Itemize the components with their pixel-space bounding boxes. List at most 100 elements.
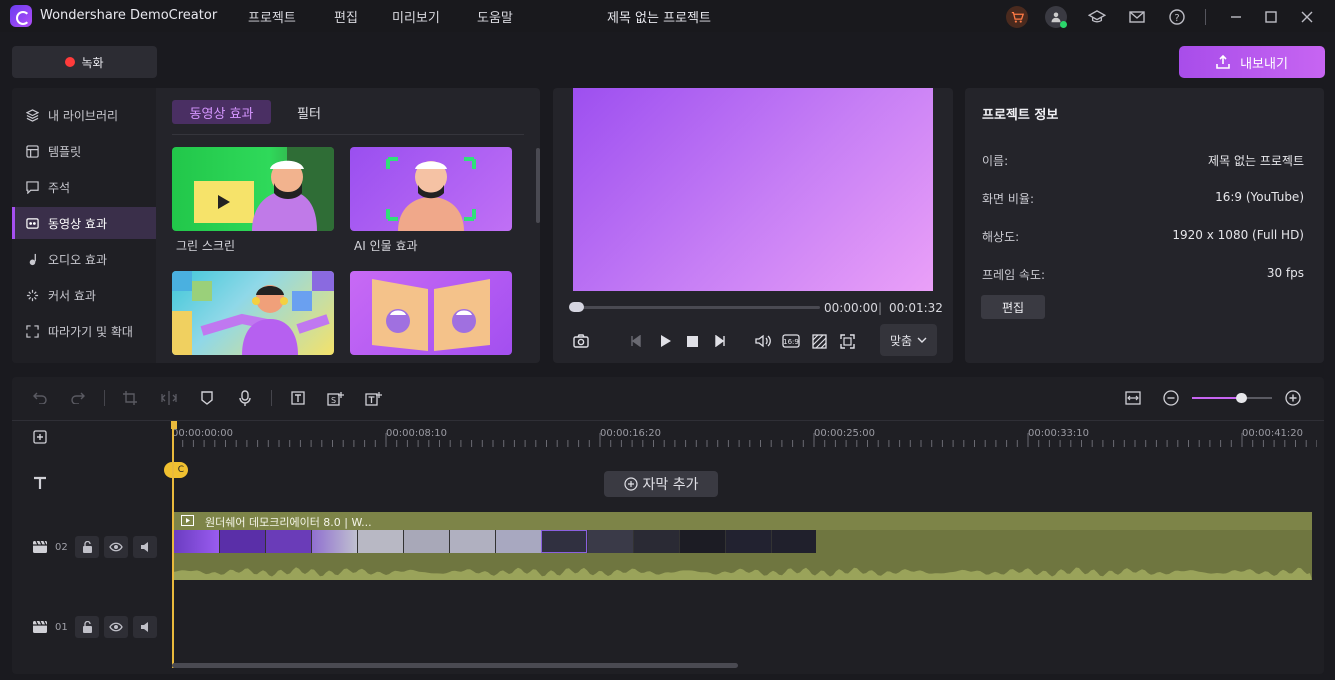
text-icon[interactable]: [289, 389, 307, 407]
add-track-icon[interactable]: [31, 428, 49, 446]
split-icon[interactable]: [160, 389, 178, 407]
undo-icon[interactable]: [31, 389, 49, 407]
clip-title: 원더쉐어 데모크리에이터 8.0 | W...: [205, 516, 372, 529]
clip-frame: [265, 530, 311, 553]
project-info-panel: [965, 88, 1324, 363]
sidebar-item-audio-effects[interactable]: 오디오 효과: [12, 243, 156, 275]
layers-icon: [25, 108, 39, 122]
lock-track-button[interactable]: [75, 536, 99, 558]
title-bar: Wondershare DemoCreator 프로젝트 편집 미리보기 도움말…: [0, 0, 1335, 32]
time-divider: |: [878, 301, 883, 315]
sidebar-item-my-library[interactable]: 내 라이브러리: [12, 99, 156, 131]
visibility-track-button[interactable]: [104, 616, 128, 638]
graduation-cap-icon[interactable]: [1086, 6, 1108, 28]
mosaic-illustration: [172, 271, 334, 355]
mirror-illustration: [372, 279, 490, 351]
playhead[interactable]: [171, 421, 177, 668]
menu-help[interactable]: 도움말: [477, 7, 513, 26]
project-info-title: 프로젝트 정보: [982, 108, 1059, 123]
library-scrollbar[interactable]: [536, 148, 540, 223]
fit-dropdown[interactable]: 맞춤: [880, 324, 937, 356]
seek-handle[interactable]: [569, 302, 584, 312]
export-label: 내보내기: [1240, 56, 1288, 72]
minimize-icon[interactable]: [1225, 6, 1247, 28]
effect-thumb-mosaic[interactable]: [172, 271, 334, 355]
redo-icon[interactable]: [69, 389, 87, 407]
effect-thumb-ai-portrait[interactable]: [350, 147, 512, 231]
music-note-icon: [25, 252, 39, 266]
previous-frame-icon[interactable]: [627, 332, 645, 350]
snapshot-icon[interactable]: [572, 332, 590, 350]
ruler-label: 00:00:41:20: [1242, 428, 1304, 439]
sidebar-item-templates[interactable]: 템플릿: [12, 135, 156, 167]
clip-frame: [495, 530, 541, 553]
caption-chip[interactable]: C: [164, 462, 188, 478]
ruler-label: 00:00:16:20: [600, 428, 662, 439]
aspect-ratio-icon[interactable]: 16:9: [782, 332, 800, 350]
maximize-icon[interactable]: [1260, 6, 1282, 28]
record-button[interactable]: 녹화: [12, 46, 157, 78]
sidebar: 내 라이브러리 템플릿 주석 동영상 효과 오디오 효과 커서 효과 따라가기 …: [12, 88, 156, 363]
sidebar-item-label: 따라가기 및 확대: [48, 324, 133, 339]
seek-bar[interactable]: [570, 306, 820, 309]
sidebar-item-cursor-effects[interactable]: 커서 효과: [12, 279, 156, 311]
timeline-scrollbar[interactable]: [172, 663, 738, 668]
stop-icon[interactable]: [683, 332, 701, 350]
cart-icon[interactable]: [1006, 6, 1028, 28]
text-add-icon[interactable]: [365, 389, 383, 407]
transparency-icon[interactable]: [810, 332, 828, 350]
add-subtitle-label: 자막 추가: [642, 477, 699, 493]
clip-frame: [771, 530, 816, 553]
clip-video-icon: [181, 515, 194, 526]
ruler-label: 00:00:00:00: [172, 428, 234, 439]
user-avatar-icon[interactable]: [1045, 6, 1067, 28]
info-label: 프레임 속도:: [982, 268, 1046, 282]
annotation-icon: [25, 180, 39, 194]
marker-icon[interactable]: [198, 389, 216, 407]
edit-project-button[interactable]: 편집: [981, 295, 1045, 319]
menu-edit[interactable]: 편집: [334, 7, 358, 26]
clip-frame: [679, 530, 725, 553]
eye-icon: [109, 622, 123, 632]
next-frame-icon[interactable]: [711, 332, 729, 350]
microphone-icon[interactable]: [236, 389, 254, 407]
mute-track-button[interactable]: [133, 616, 157, 638]
info-row-resolution: 해상도: 1920 x 1080 (Full HD): [982, 228, 1304, 245]
clip-frame: [633, 530, 679, 553]
fit-label: 맞춤: [889, 333, 913, 348]
play-icon[interactable]: [657, 332, 675, 350]
timeline-ruler[interactable]: [172, 421, 1317, 447]
clip-frame: [449, 530, 495, 553]
sidebar-item-zoom-follow[interactable]: 따라가기 및 확대: [12, 315, 156, 347]
crop-icon[interactable]: [121, 389, 139, 407]
close-icon[interactable]: [1296, 6, 1318, 28]
unlock-icon: [82, 541, 92, 553]
zoom-in-icon[interactable]: [1284, 389, 1302, 407]
tab-filter[interactable]: 필터: [284, 100, 334, 124]
app-name: Wondershare DemoCreator: [40, 8, 218, 23]
fullscreen-icon[interactable]: [838, 332, 856, 350]
sidebar-item-annotations[interactable]: 주석: [12, 171, 156, 203]
help-icon[interactable]: ?: [1166, 6, 1188, 28]
export-button[interactable]: 내보내기: [1179, 46, 1325, 78]
effect-thumb-mirror[interactable]: [350, 271, 512, 355]
tab-video-effects[interactable]: 동영상 효과: [172, 100, 271, 124]
zoom-slider-handle[interactable]: [1236, 393, 1247, 403]
ai-portrait-illustration: [386, 157, 476, 231]
mail-icon[interactable]: [1126, 6, 1148, 28]
menu-preview[interactable]: 미리보기: [392, 7, 440, 26]
fit-timeline-icon[interactable]: [1124, 389, 1142, 407]
effect-label: 그린 스크린: [176, 239, 236, 253]
menu-project[interactable]: 프로젝트: [248, 7, 296, 26]
effect-thumb-green-screen[interactable]: [172, 147, 334, 231]
mute-track-button[interactable]: [133, 536, 157, 558]
lock-track-button[interactable]: [75, 616, 99, 638]
visibility-track-button[interactable]: [104, 536, 128, 558]
add-subtitle-button[interactable]: 자막 추가: [604, 471, 718, 497]
track-number: 02: [55, 542, 68, 553]
volume-icon[interactable]: [754, 332, 772, 350]
template-icon: [25, 144, 39, 158]
zoom-out-icon[interactable]: [1162, 389, 1180, 407]
sidebar-item-video-effects[interactable]: 동영상 효과: [12, 207, 156, 239]
subtitle-add-icon[interactable]: S: [327, 389, 345, 407]
